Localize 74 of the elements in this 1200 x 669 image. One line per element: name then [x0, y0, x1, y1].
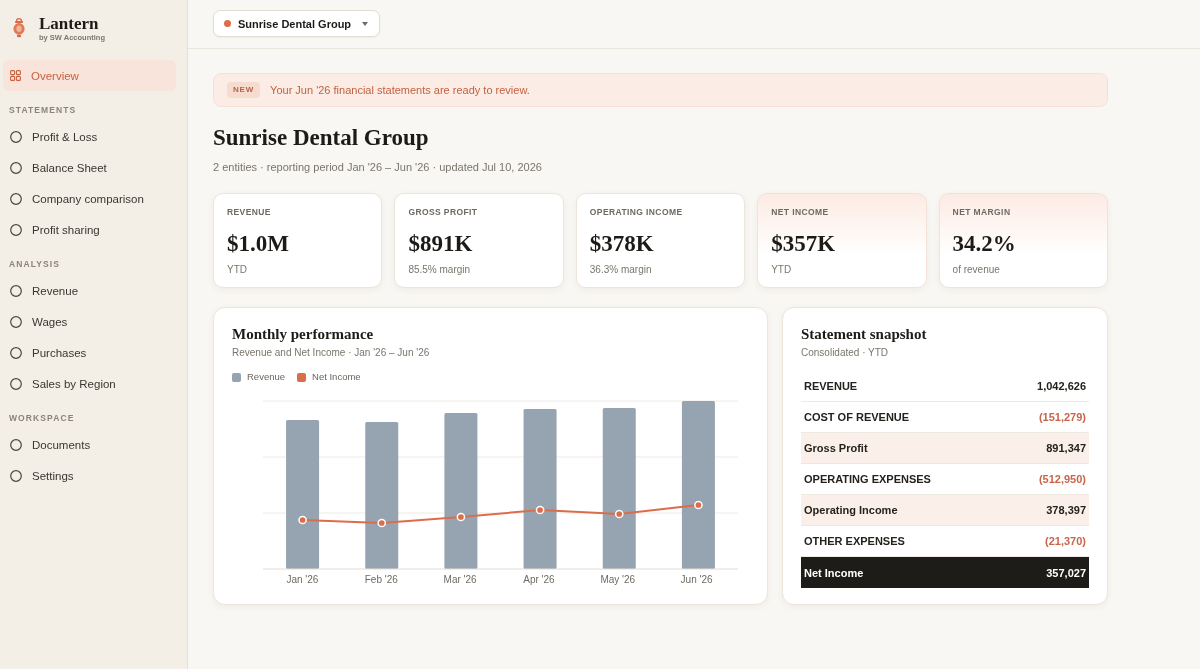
row-label: Net Income [804, 566, 864, 579]
kpi-value: $357K [771, 231, 836, 257]
page-subtitle: 2 entities · reporting period Jan '26 – Jun '26 · updated Jul 10, 2026 [213, 160, 542, 174]
card-subtitle: Consolidated · YTD [801, 346, 889, 359]
circle-icon [10, 130, 22, 143]
card-subtitle: Revenue and Net Income · Jan '26 – Jun '26 [232, 346, 430, 359]
row-label: Gross Profit [804, 442, 868, 454]
circle-icon [10, 284, 22, 297]
axis-label: Feb '26 [364, 573, 398, 586]
section-label: WORKSPACE [9, 412, 75, 424]
row-value: 378,397 [1046, 504, 1086, 516]
kpi-label: NET MARGIN [952, 207, 1011, 218]
nav-item[interactable]: Documents [3, 429, 176, 460]
nav-item[interactable]: Revenue [3, 275, 176, 306]
kpi-label: REVENUE [227, 207, 271, 218]
circle-icon [10, 377, 22, 390]
axis-label: May '26 [600, 573, 636, 586]
card-title: Statement snapshot [801, 325, 927, 343]
axis-label: Mar '26 [443, 573, 477, 586]
company-dropdown[interactable]: Sunrise Dental Group [213, 10, 381, 37]
row-label: COST OF REVENUE [804, 411, 910, 423]
kpi-note: 36.3% margin [589, 263, 652, 276]
section-label: STATEMENTS [9, 104, 77, 116]
row-label: REVENUE [804, 380, 858, 392]
row-value: 357,027 [1046, 566, 1086, 579]
row-label: OPERATING EXPENSES [804, 473, 931, 485]
row-value: 891,347 [1046, 442, 1086, 454]
row-value: (512,950) [1038, 473, 1086, 485]
kpi-value: 34.2% [952, 231, 1016, 257]
nav-item[interactable]: Sales by Region [3, 368, 176, 399]
page-title: Sunrise Dental Group [213, 124, 429, 152]
nav-item[interactable]: Settings [3, 460, 176, 491]
nav-item[interactable]: Wages [3, 306, 176, 337]
kpi-label: OPERATING INCOME [589, 207, 683, 218]
kpi-note: YTD [771, 263, 792, 276]
axis-label: Apr '26 [523, 573, 555, 586]
lantern-icon [12, 18, 26, 38]
kpi-label: NET INCOME [771, 207, 829, 218]
legend-label: Revenue [247, 371, 286, 383]
kpi-value: $891K [408, 231, 473, 257]
kpi-note: of revenue [952, 263, 1000, 276]
axis-label: Jun '26 [680, 573, 713, 586]
nav-item[interactable]: Profit sharing [3, 214, 176, 245]
row-value: (151,279) [1038, 411, 1086, 423]
kpi-value: $378K [589, 231, 654, 257]
row-label: OTHER EXPENSES [804, 535, 905, 547]
row-label: Operating Income [804, 504, 898, 516]
status-dot-icon [224, 20, 231, 27]
axis-label: Jan '26 [286, 573, 319, 586]
nav-item[interactable]: Profit & Loss [3, 121, 176, 152]
row-value: (21,370) [1045, 535, 1086, 547]
nav-item[interactable]: Balance Sheet [3, 152, 176, 183]
banner-message: Your Jun '26 financial statements are ready to review. [270, 84, 530, 96]
kpi-value: $1.0M [227, 231, 289, 257]
circle-icon [10, 346, 22, 359]
circle-icon [10, 192, 22, 205]
grid-icon [10, 70, 21, 81]
new-badge: NEW [227, 82, 261, 98]
nav-item[interactable]: Company comparison [3, 183, 176, 214]
caret-icon [362, 21, 369, 26]
kpi-note: YTD [227, 263, 247, 276]
section-label: ANALYSIS [9, 258, 60, 270]
circle-icon [10, 438, 22, 451]
circle-icon [10, 469, 22, 482]
card-title: Monthly performance [232, 325, 374, 343]
circle-icon [10, 223, 22, 236]
nav-item[interactable]: Purchases [3, 337, 176, 368]
circle-icon [10, 161, 22, 174]
row-value: 1,042,626 [1037, 380, 1086, 392]
circle-icon [10, 315, 22, 328]
kpi-note: 85.5% margin [408, 263, 471, 276]
brand-name: Lantern [39, 14, 99, 33]
legend-label: Net Income [312, 371, 361, 383]
kpi-label: GROSS PROFIT [408, 207, 478, 218]
